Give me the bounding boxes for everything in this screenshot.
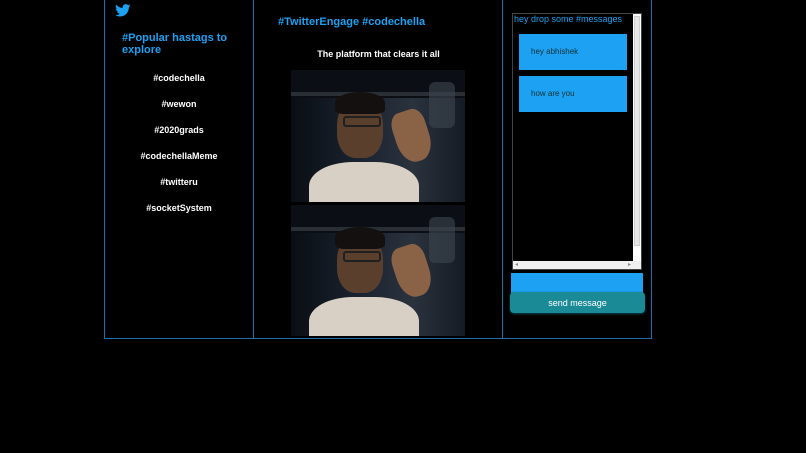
popular-hashtags-title: #Popular hastags to explore — [122, 32, 228, 56]
video-person-shirt — [309, 162, 419, 202]
scroll-left-arrow-icon[interactable]: ◂ — [515, 261, 518, 269]
chat-panel: ◂ ▸ hey drop some #messages hey abhishek… — [503, 0, 652, 339]
chat-message: hey abhishek — [519, 34, 627, 70]
video-person-hair — [335, 92, 385, 114]
hashtag-item-twitteru[interactable]: #twitteru — [104, 176, 254, 202]
hashtag-item-codechellameme[interactable]: #codechellaMeme — [104, 150, 254, 176]
hashtag-item-2020grads[interactable]: #2020grads — [104, 124, 254, 150]
video-person-glasses — [343, 251, 381, 262]
vertical-scrollbar[interactable] — [633, 14, 641, 263]
send-message-button[interactable]: send message — [510, 292, 645, 313]
page-title: #TwitterEngage #codechella — [278, 16, 426, 28]
remote-video-feed[interactable] — [291, 205, 465, 336]
video-person-shirt — [309, 297, 419, 336]
scrollbar-thumb[interactable] — [634, 16, 640, 246]
video-lamp — [429, 82, 455, 128]
hashtag-item-wewon[interactable]: #wewon — [104, 98, 254, 124]
hashtag-sidebar: #Popular hastags to explore #codechella … — [104, 0, 254, 339]
local-video-feed[interactable] — [291, 70, 465, 202]
hashtag-item-codechella[interactable]: #codechella — [104, 72, 254, 98]
horizontal-scrollbar[interactable]: ◂ ▸ — [513, 261, 641, 269]
video-person-glasses — [343, 116, 381, 127]
hashtag-list: #codechella #wewon #2020grads #codechell… — [104, 72, 254, 228]
hashtag-item-socketsystem[interactable]: #socketSystem — [104, 202, 254, 228]
video-lamp — [429, 217, 455, 263]
page-subtitle: The platform that clears it all — [317, 49, 440, 59]
video-panel: #TwitterEngage #codechella The platform … — [254, 0, 503, 339]
scroll-right-arrow-icon[interactable]: ▸ — [628, 261, 631, 269]
chat-message: how are you — [519, 76, 627, 112]
twitter-bird-icon[interactable] — [115, 4, 131, 17]
chat-title: hey drop some #messages — [514, 14, 623, 24]
video-person-hair — [335, 227, 385, 249]
message-input[interactable] — [511, 273, 643, 293]
